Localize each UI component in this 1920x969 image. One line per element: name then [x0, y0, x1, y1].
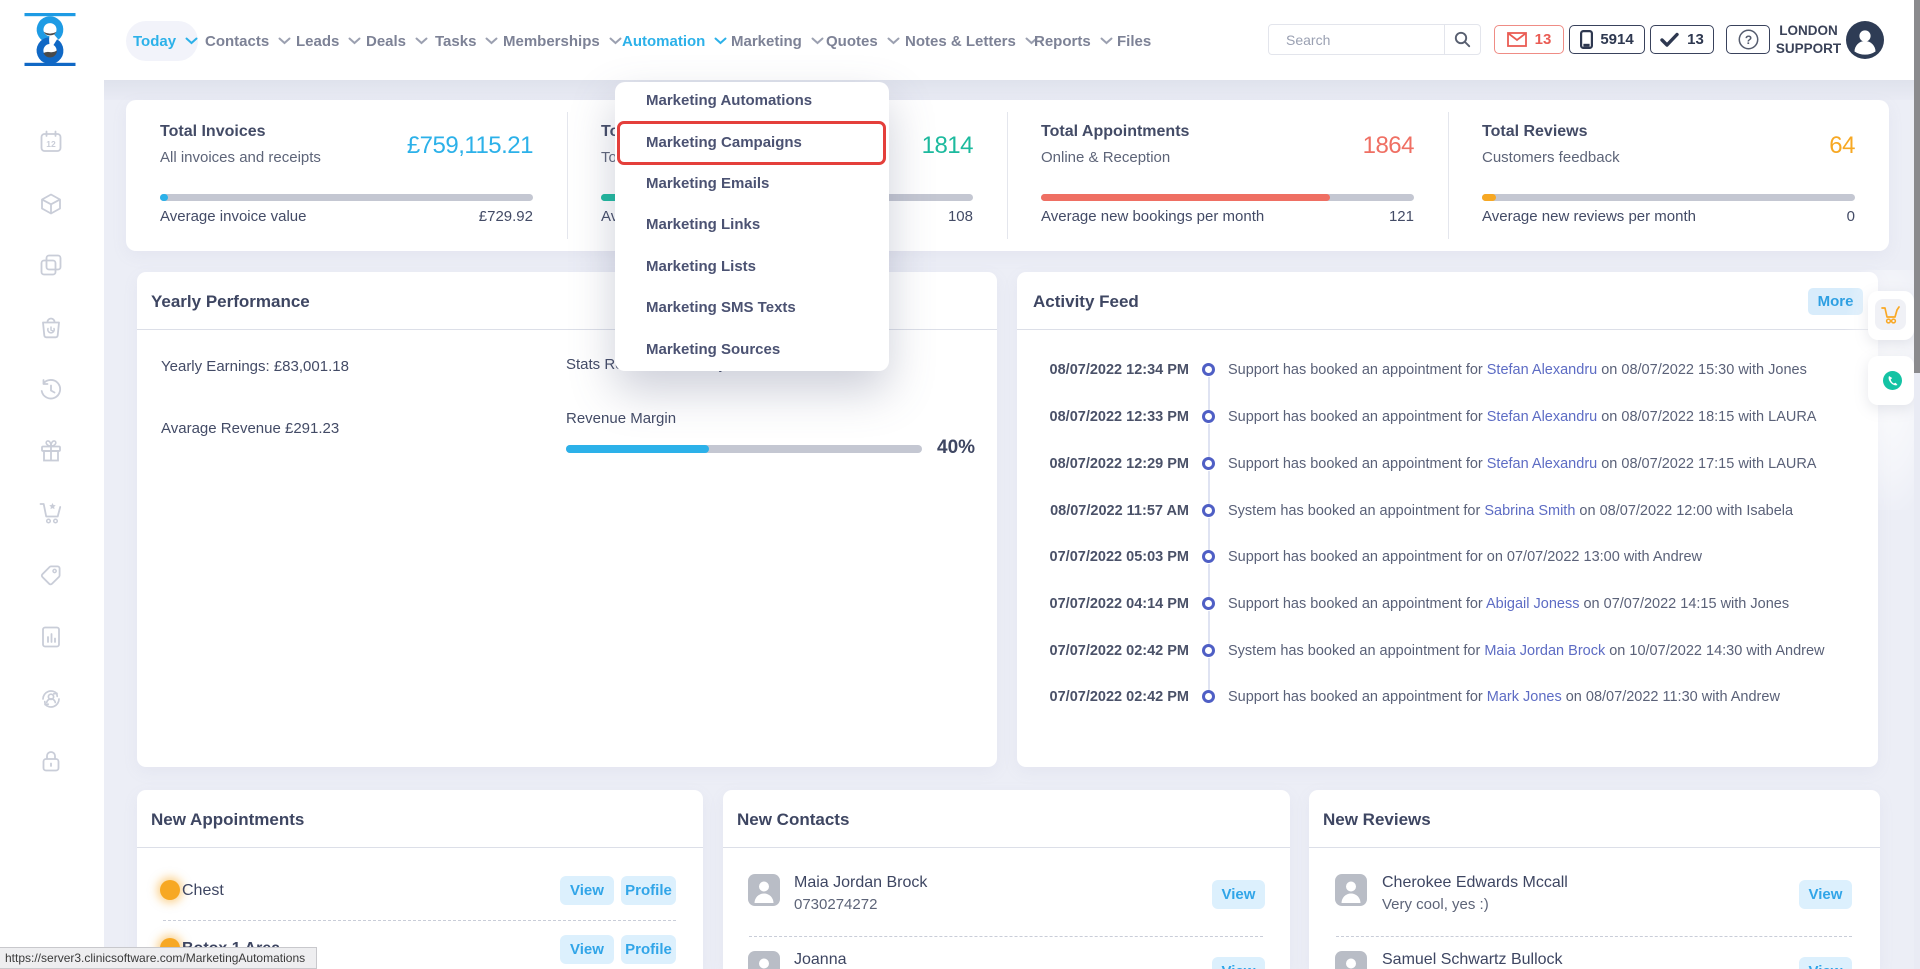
svg-text:?: ?	[1744, 33, 1751, 47]
svg-text:12: 12	[46, 139, 56, 149]
